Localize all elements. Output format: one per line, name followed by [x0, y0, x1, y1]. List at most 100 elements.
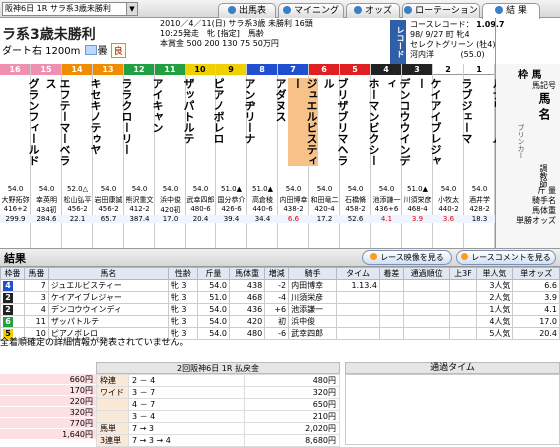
- horse-jockey: 和田竜二: [310, 196, 339, 204]
- horse-column[interactable]: 3 ケイアイブレジャー 51.0▲ 川須栄彦 468-4 3.9: [402, 64, 442, 248]
- horse-odds: 284.6: [31, 215, 62, 223]
- horse-column[interactable]: 16 グランフィールド 54.0 大野拓弥 416+2 299.9: [0, 64, 40, 248]
- horse-number-badge: 10: [185, 64, 215, 75]
- horse-column[interactable]: 1ルナリトーム54.0酒井学428-218.3: [464, 64, 504, 248]
- horse-number-badge: 3: [402, 64, 432, 75]
- horse-odds: 3.6: [433, 215, 464, 223]
- payout-row: 枠連 2 － 4 480円: [96, 374, 341, 387]
- result-num: 4: [23, 303, 49, 316]
- result-pass: [402, 327, 451, 340]
- result-jockey: 浜中俊: [288, 315, 338, 328]
- horse-jockey: 国分恭介: [217, 196, 246, 204]
- horse-number-badge: 13: [93, 64, 123, 75]
- horse-jockey: 酒井学: [469, 196, 490, 204]
- horse-weight: 54.0: [131, 185, 148, 193]
- result-pass: [402, 279, 451, 292]
- horse-weight: 54.0: [471, 185, 488, 193]
- race-select[interactable]: 阪神6日 1R サラ系3歳未勝利 ▼: [2, 2, 138, 16]
- result-sex: 牝 3: [167, 291, 198, 304]
- watch-video-button[interactable]: レース映像を見る: [362, 250, 452, 265]
- result-waku: 2: [0, 303, 25, 316]
- payout-amount: 220円: [0, 396, 96, 407]
- race-comment-button[interactable]: レースコメントを見る: [456, 250, 556, 265]
- tab-icon: [353, 6, 362, 14]
- tab-result[interactable]: 結 果: [482, 3, 540, 19]
- horse-body: 426-6: [221, 205, 242, 213]
- result-pass: [402, 303, 451, 316]
- chevron-down-icon[interactable]: ▼: [126, 3, 137, 15]
- horse-column[interactable]: 15 エフテーマーベラス 54.0 幸英明 434初 284.6: [31, 64, 71, 248]
- payout-amount: 660円: [0, 374, 96, 385]
- result-header-cell: 馬名: [47, 267, 169, 280]
- horse-weight: 54.0: [192, 185, 209, 193]
- result-odds: 6.6: [512, 279, 560, 292]
- result-name: ザッパトルテ: [47, 315, 169, 328]
- horse-odds: 22.1: [62, 215, 93, 223]
- horse-number-badge: 16: [0, 64, 30, 75]
- result-header-cell: 通過順位: [402, 267, 451, 280]
- horse-weight: 51.0▲: [252, 185, 273, 193]
- result-pass: [402, 315, 451, 328]
- horse-column[interactable]: 8 アダヌス 51.0▲ 高倉稜 440-6 34.4: [247, 64, 287, 248]
- payout-value: 650円: [243, 398, 341, 411]
- horse-body: 468-4: [407, 205, 428, 213]
- horse-column[interactable]: 5 ホーマンビクシー 54.0 石橋脩 458-2 52.6: [340, 64, 380, 248]
- tab-odds[interactable]: オッズ: [346, 3, 400, 18]
- result-row[interactable]: 6 11 ザッパトルテ牝 3 54.0 420 初浜中俊 4人気 17.0: [0, 315, 560, 328]
- result-note: 全着順確定の詳細情報が発表されていません。: [0, 338, 189, 348]
- result-wt: 54.0: [196, 327, 231, 340]
- horse-column[interactable]: 11 ザッパトルテ 54.0 浜中俊 420初 17.0: [155, 64, 195, 248]
- comment-icon: [461, 253, 469, 260]
- result-body: 438: [228, 279, 266, 292]
- result-name: ジュエルビスティー: [47, 279, 169, 292]
- horse-column[interactable]: 13 ララクローリー 54.0 岩田康誠 456-2 65.7: [93, 64, 133, 248]
- result-odds: 20.4: [512, 327, 560, 340]
- result-f3: [449, 303, 477, 316]
- result-sex: 牝 3: [167, 279, 198, 292]
- result-row[interactable]: 2 3 ケイアイブレジャー牝 3 51.0 468 -4 川須栄彦 2人気 3.9: [0, 291, 560, 304]
- race-select-value: 阪神6日 1R サラ系3歳未勝利: [5, 4, 111, 13]
- horse-jockey: 石橋脩: [345, 196, 366, 204]
- horse-column[interactable]: 6 ブリザブリマヘラル 54.0 和田竜二 420-4 17.2: [309, 64, 349, 248]
- result-diff: -2: [264, 279, 290, 292]
- horse-body: 438-2: [283, 205, 304, 213]
- horse-column[interactable]: 2 ラブジェーマ 54.0 小牧太 440-2 3.6: [433, 64, 473, 248]
- result-margin: [378, 327, 404, 340]
- result-row[interactable]: 2 4 デンコウウインディ牝 3 54.0 436 +6 池添謙一 1人気 4.1: [0, 303, 560, 316]
- result-sex: 牝 3: [167, 315, 198, 328]
- result-table-header: 枠番 馬番 馬名 性齢 斤量 馬体重 増減 騎手 タイム 着差 通過順位 上3F 単人気 単オッズ: [0, 267, 560, 280]
- passing-time-header: 通過タイム: [345, 362, 560, 374]
- horse-number-badge: 11: [155, 64, 185, 75]
- result-row[interactable]: 4 7 ジュエルビスティー牝 3 54.0 438 -2 内田博幸 1.13.4 3人気 6.6: [0, 279, 560, 292]
- tab-entries[interactable]: 出馬表: [218, 3, 276, 18]
- horse-column[interactable]: 7 ジュエルビスティー 54.0 内田博幸 438-2 6.6: [278, 64, 318, 248]
- result-header-cell: 単人気: [475, 267, 514, 280]
- horse-odds: 17.2: [309, 215, 340, 223]
- horse-weight: 54.0: [7, 185, 24, 193]
- horse-odds: 6.6: [278, 215, 309, 223]
- horse-weight: 54.0: [285, 185, 302, 193]
- payout-combo: 7 → 3: [128, 422, 245, 435]
- horse-jockey: 内田博幸: [279, 196, 308, 204]
- tab-mining[interactable]: マイニング: [278, 3, 344, 18]
- race-title: ラ系3歳未勝利: [2, 27, 96, 43]
- result-body: 468: [228, 291, 266, 304]
- horse-body: 420-4: [314, 205, 335, 213]
- horse-jockey: 幸英明: [36, 196, 57, 204]
- result-time: [336, 303, 380, 316]
- horse-column[interactable]: 4 デンコウウインディ 54.0 池添謙一 436+6 4.1: [371, 64, 411, 248]
- result-jockey: 内田博幸: [288, 279, 338, 292]
- horse-column[interactable]: 9 アンヂリーナ 51.0▲ 国分恭介 426-6 39.4: [216, 64, 256, 248]
- weather-label: 曇: [97, 46, 108, 57]
- result-wt: 54.0: [196, 315, 231, 328]
- horse-weight: 54.0: [378, 185, 395, 193]
- horse-weight: 51.0▲: [221, 185, 242, 193]
- result-odds: 17.0: [512, 315, 560, 328]
- horse-column[interactable]: 12 アイキャン 54.0 熊沢重文 412-2 387.4: [124, 64, 164, 248]
- horse-column[interactable]: 14 キセキノテゥヤ 52.0△ 松山弘平 456-2 22.1: [62, 64, 102, 248]
- horse-body: 456-2: [98, 205, 119, 213]
- result-pass: [402, 291, 451, 304]
- horse-jockey: 高倉稜: [252, 196, 273, 204]
- horse-column[interactable]: 10 ピアノボレロ 54.0 武幸四郎 480-6 20.4: [185, 64, 225, 248]
- tab-rotation[interactable]: ローテーション: [402, 3, 480, 18]
